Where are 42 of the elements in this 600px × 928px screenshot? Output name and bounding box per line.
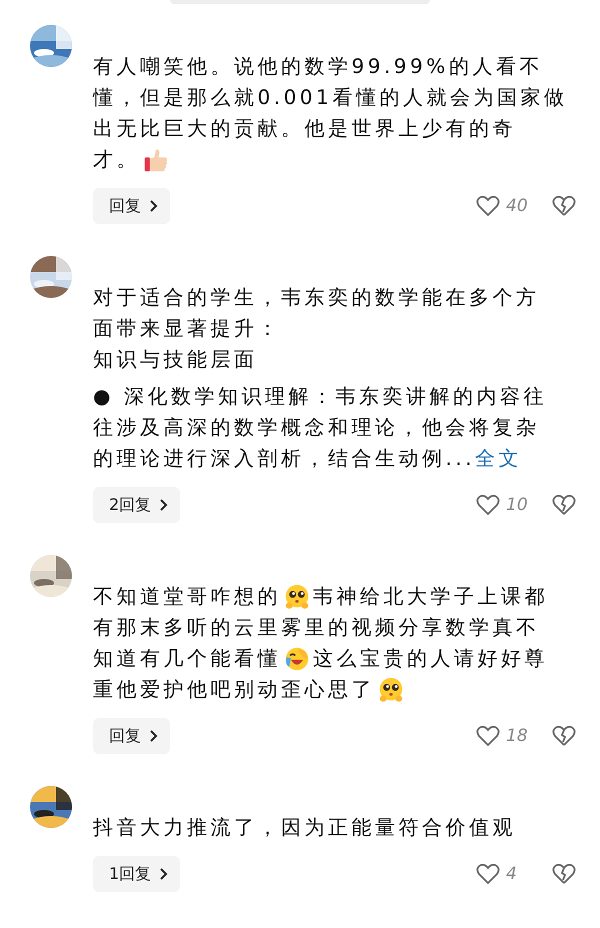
comment-text: 知道有几个能看懂	[93, 645, 281, 672]
comment-text: 韦神给北大学子上课都	[313, 583, 548, 610]
comment-text: 有那末多听的云里雾里的视频分享数学真不	[93, 614, 540, 641]
heart-icon[interactable]	[476, 195, 500, 217]
heart-icon[interactable]	[476, 494, 500, 516]
laughing-face-icon	[284, 646, 310, 672]
reply-button[interactable]: 1回复	[93, 856, 180, 892]
comment-text: 的理论进行深入剖析，结合生动例...	[93, 445, 476, 472]
broken-heart-icon[interactable]	[552, 494, 576, 516]
heart-icon[interactable]	[476, 725, 500, 747]
comment-text: 不知道堂哥咋想的	[93, 583, 281, 610]
broken-heart-icon[interactable]	[552, 195, 576, 217]
comment-text: 有人嘲笑他。说他的数学99.99%的人看不	[93, 53, 543, 80]
chevron-icon	[159, 498, 168, 512]
comment-text: 才。	[93, 146, 140, 173]
reply-button[interactable]: 2回复	[93, 487, 180, 523]
thumbs-up-icon	[143, 146, 169, 172]
like-count: 18	[505, 726, 529, 746]
comment-text: 重他爱护他吧别动歪心思了	[93, 676, 375, 703]
heart-icon[interactable]	[476, 863, 500, 885]
reply-button[interactable]: 回复	[93, 188, 170, 224]
chevron-icon	[149, 199, 158, 213]
comment-text: 对于适合的学生，韦东奕的数学能在多个方	[93, 284, 540, 311]
like-count: 4	[505, 864, 518, 884]
pleading-face-icon	[284, 584, 310, 610]
comment-text: 面带来显著提升：	[93, 315, 281, 342]
comment-text: 这么宝贵的人请好好尊	[313, 645, 548, 672]
like-count: 40	[505, 196, 529, 216]
comment-text: 往涉及高深的数学概念和理论，他会将复杂	[93, 414, 540, 441]
comment-text: 知识与技能层面	[93, 346, 258, 373]
chevron-icon	[159, 867, 168, 881]
comment-text: 抖音大力推流了，因为正能量符合价值观	[93, 814, 516, 841]
broken-heart-icon[interactable]	[552, 725, 576, 747]
full-text-link[interactable]: 全文	[475, 443, 522, 474]
chevron-icon	[149, 729, 158, 743]
comment-text: ● 深化数学知识理解：韦东奕讲解的内容往	[93, 383, 547, 410]
comment-text: 出无比巨大的贡献。他是世界上少有的奇	[93, 115, 516, 142]
reply-button[interactable]: 回复	[93, 718, 170, 754]
broken-heart-icon[interactable]	[552, 863, 576, 885]
like-count: 10	[505, 495, 529, 515]
comment-text: 懂，但是那么就0.001看懂的人就会为国家做	[93, 84, 568, 111]
pleading-face-icon	[378, 676, 404, 702]
